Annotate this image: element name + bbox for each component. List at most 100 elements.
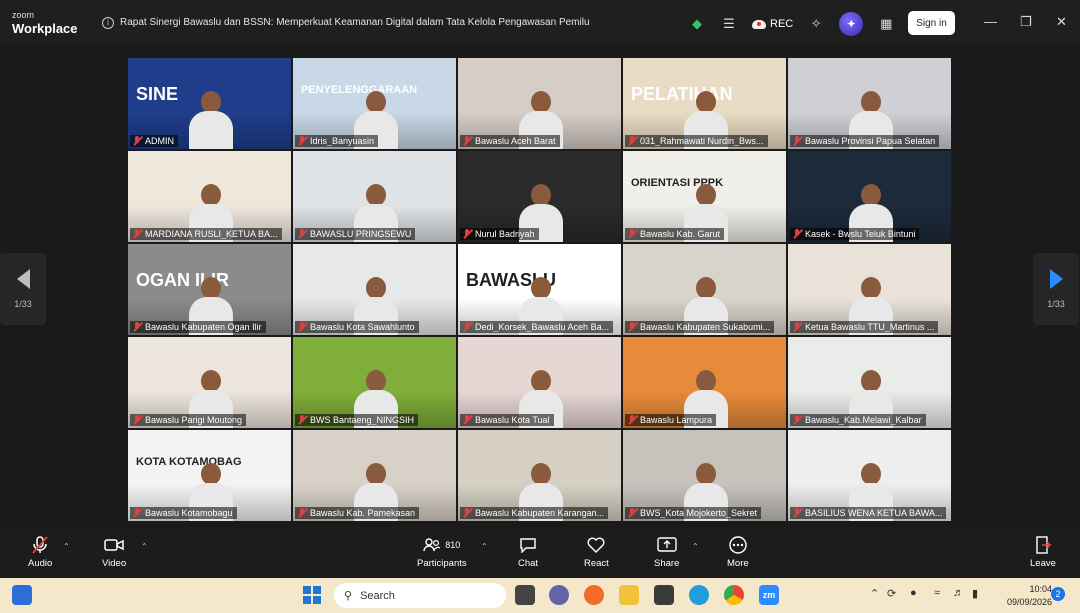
task-view-icon[interactable] bbox=[515, 585, 535, 605]
volume-icon[interactable]: ♬ bbox=[953, 587, 964, 599]
audio-options-chevron-icon[interactable]: ⌃ bbox=[63, 542, 70, 551]
clock-time: 10:04 bbox=[1029, 584, 1053, 594]
chevron-left-icon bbox=[16, 269, 30, 289]
participant-tile[interactable]: ORIENTASI PPPK Bawaslu Kab. Garut bbox=[623, 151, 786, 242]
mic-muted-icon bbox=[132, 322, 142, 332]
sync-icon[interactable]: ⟳ bbox=[887, 587, 896, 600]
mic-muted-icon bbox=[32, 536, 48, 554]
participant-tile[interactable]: BAWASLU PRINGSEWU bbox=[293, 151, 456, 242]
participant-tile[interactable]: Bawaslu Provinsi Papua Selatan bbox=[788, 58, 951, 149]
widgets-icon[interactable] bbox=[12, 585, 32, 605]
participant-tile[interactable]: Kasek - Bwslu Teluk Bintuni bbox=[788, 151, 951, 242]
ai-companion-icon[interactable]: ✦ bbox=[839, 12, 864, 36]
mic-muted-icon bbox=[132, 136, 142, 146]
magic-wand-icon[interactable]: ✧ bbox=[807, 15, 825, 33]
participant-tile[interactable]: BASILIUS WENA KETUA BAWA... bbox=[788, 430, 951, 521]
participant-tile[interactable]: BWS Bantaeng_NINGSIH bbox=[293, 337, 456, 428]
participant-tile[interactable]: Bawaslu_Kab.Melawi_Kalbar bbox=[788, 337, 951, 428]
video-overlay-text: SINE bbox=[136, 84, 179, 104]
mic-muted-icon bbox=[627, 415, 637, 425]
participant-tile[interactable]: Bawaslu Kabupaten Sukabumi... bbox=[623, 244, 786, 335]
participant-tile[interactable]: Ketua Bawaslu TTU_Martinus ... bbox=[788, 244, 951, 335]
edge-icon[interactable] bbox=[689, 585, 709, 605]
video-button[interactable]: Video bbox=[102, 536, 126, 569]
brand-name: Workplace bbox=[12, 20, 78, 36]
participant-tile[interactable]: Bawaslu Kota Sawahlunto bbox=[293, 244, 456, 335]
share-options-chevron-icon[interactable]: ⌃ bbox=[692, 542, 699, 551]
participant-name: Bawaslu_Kab.Melawi_Kalbar bbox=[805, 415, 922, 425]
more-button[interactable]: More bbox=[727, 536, 749, 569]
participant-name-tag: Dedi_Korsek_Bawaslu Aceh Ba... bbox=[460, 321, 614, 333]
zoom-logo: zoom Workplace bbox=[0, 10, 90, 36]
cloud-record-icon bbox=[752, 19, 766, 29]
mic-muted-icon bbox=[792, 415, 802, 425]
video-options-chevron-icon[interactable]: ⌃ bbox=[141, 542, 148, 551]
notes-icon[interactable]: ☰ bbox=[720, 15, 738, 33]
chrome-icon[interactable] bbox=[724, 585, 744, 605]
tray-chevron-up-icon[interactable]: ⌃ bbox=[870, 587, 879, 600]
battery-icon[interactable]: ▮ bbox=[972, 587, 978, 600]
participant-silhouette bbox=[187, 91, 233, 149]
firefox-icon[interactable] bbox=[584, 585, 604, 605]
participant-tile[interactable]: Bawaslu Kab. Pamekasan bbox=[293, 430, 456, 521]
participant-name: 031_Rahmawati Nurdin_Bws... bbox=[640, 136, 764, 146]
participant-tile[interactable]: PENYELENGGARAAN Idris_Banyuasin bbox=[293, 58, 456, 149]
meeting-title: Rapat Sinergi Bawaslu dan BSSN: Memperku… bbox=[120, 17, 590, 28]
next-page-button[interactable]: 1/33 bbox=[1033, 253, 1079, 325]
apps-grid-icon[interactable]: ▦ bbox=[877, 15, 895, 33]
participants-button[interactable]: 810 Participants bbox=[417, 536, 467, 569]
microphone-icon[interactable]: ● bbox=[910, 587, 917, 599]
maximize-icon[interactable]: ❐ bbox=[1020, 14, 1032, 30]
share-button[interactable]: Share bbox=[654, 536, 679, 569]
taskbar-clock[interactable]: 10:04 09/09/2026 bbox=[1007, 583, 1052, 609]
mic-muted-icon bbox=[462, 322, 472, 332]
close-icon[interactable]: ✕ bbox=[1056, 14, 1067, 30]
record-indicator[interactable]: REC bbox=[752, 18, 793, 30]
rec-label: REC bbox=[770, 18, 794, 30]
windows-start-icon[interactable] bbox=[302, 585, 322, 605]
prev-page-button[interactable]: 1/33 bbox=[0, 253, 46, 325]
participant-tile[interactable]: Bawaslu Parigi Moutong bbox=[128, 337, 291, 428]
mic-muted-icon bbox=[132, 229, 142, 239]
participant-tile[interactable]: Bawaslu Kabupaten Karangan... bbox=[458, 430, 621, 521]
participant-tile[interactable]: Bawaslu Lampura bbox=[623, 337, 786, 428]
audio-button[interactable]: Audio bbox=[28, 536, 52, 569]
wifi-icon[interactable]: ≈ bbox=[934, 587, 940, 599]
chat-button[interactable]: Chat bbox=[518, 536, 538, 569]
security-shield-icon[interactable]: ◆ bbox=[688, 15, 706, 33]
file-explorer-icon[interactable] bbox=[619, 585, 639, 605]
participant-tile[interactable]: OGAN ILIR Bawaslu Kabupaten Ogan Ilir bbox=[128, 244, 291, 335]
more-label: More bbox=[727, 558, 749, 569]
store-icon[interactable] bbox=[654, 585, 674, 605]
leave-label: Leave bbox=[1030, 558, 1056, 569]
sign-in-button[interactable]: Sign in bbox=[908, 11, 955, 35]
teams-icon[interactable] bbox=[549, 585, 569, 605]
participant-name-tag: BAWASLU PRINGSEWU bbox=[295, 228, 416, 240]
participants-options-chevron-icon[interactable]: ⌃ bbox=[481, 542, 488, 551]
participant-tile[interactable]: BAWASLU Dedi_Korsek_Bawaslu Aceh Ba... bbox=[458, 244, 621, 335]
participant-name: Bawaslu Parigi Moutong bbox=[145, 415, 243, 425]
participant-tile[interactable]: MARDIANA RUSLI_KETUA BA... bbox=[128, 151, 291, 242]
participant-tile[interactable]: SINE ADMIN bbox=[128, 58, 291, 149]
notification-badge[interactable]: 2 bbox=[1051, 587, 1065, 601]
participant-name: ADMIN bbox=[145, 136, 174, 146]
zoom-app-icon[interactable]: zm bbox=[759, 585, 779, 605]
participant-tile[interactable]: KOTA KOTAMOBAG Bawaslu Kotamobagu bbox=[128, 430, 291, 521]
info-icon[interactable]: i bbox=[102, 16, 114, 29]
participant-name-tag: Idris_Banyuasin bbox=[295, 135, 379, 147]
participant-tile[interactable]: Nurul Badriyah bbox=[458, 151, 621, 242]
leave-button[interactable]: Leave bbox=[1030, 536, 1056, 569]
participant-tile[interactable]: PELATIHAN 031_Rahmawati Nurdin_Bws... bbox=[623, 58, 786, 149]
react-button[interactable]: React bbox=[584, 536, 609, 569]
minimize-icon[interactable]: — bbox=[984, 14, 997, 29]
participant-name: Bawaslu Kab. Garut bbox=[640, 229, 721, 239]
participant-tile[interactable]: BWS_Kota Mojokerto_Sekret bbox=[623, 430, 786, 521]
participant-tile[interactable]: Bawaslu Kota Tual bbox=[458, 337, 621, 428]
taskbar-search[interactable]: ⚲ Search bbox=[334, 583, 506, 608]
participant-name-tag: Bawaslu Provinsi Papua Selatan bbox=[790, 135, 940, 147]
participant-name: Bawaslu Kabupaten Karangan... bbox=[475, 508, 605, 518]
participant-tile[interactable]: Bawaslu Aceh Barat bbox=[458, 58, 621, 149]
meeting-info[interactable]: i Rapat Sinergi Bawaslu dan BSSN: Memper… bbox=[102, 16, 662, 29]
participant-name-tag: Nurul Badriyah bbox=[460, 228, 539, 240]
participant-name-tag: Bawaslu Kabupaten Sukabumi... bbox=[625, 321, 775, 333]
